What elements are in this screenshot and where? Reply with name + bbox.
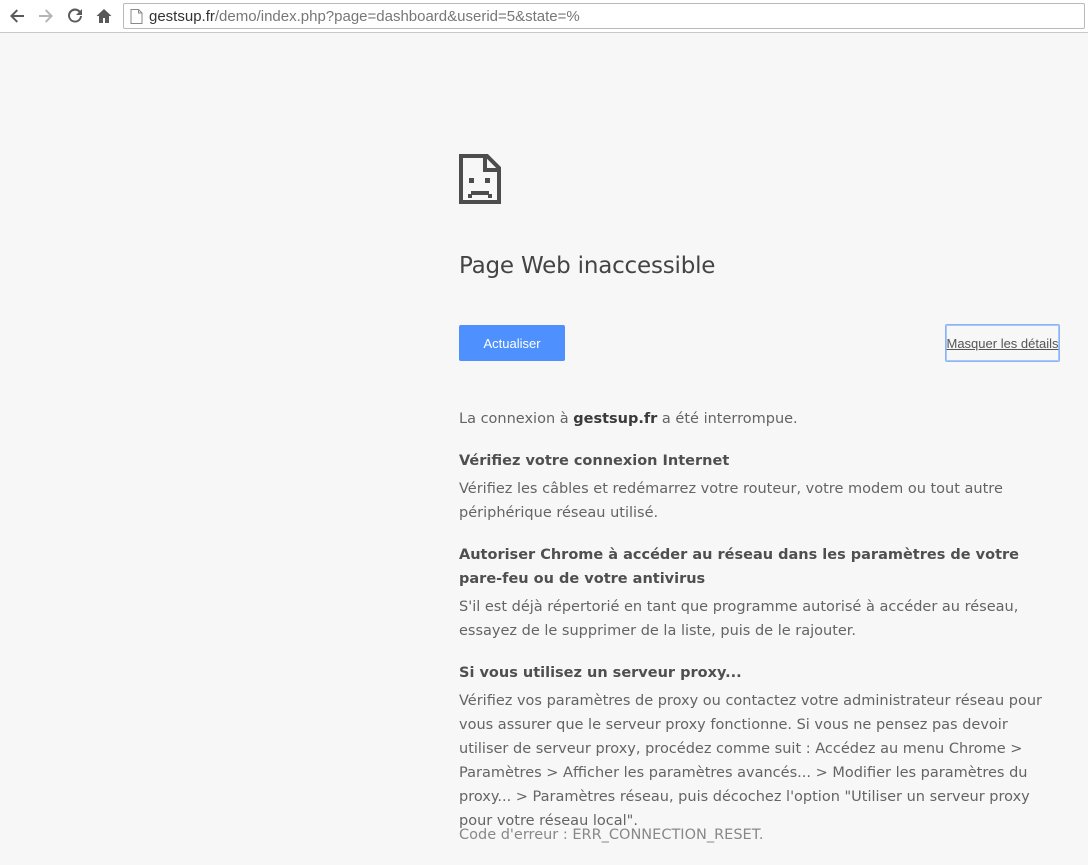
error-code: Code d'erreur : ERR_CONNECTION_RESET. bbox=[459, 827, 764, 843]
reload-button[interactable] bbox=[63, 4, 87, 28]
sad-document-icon bbox=[459, 154, 501, 204]
reload-icon bbox=[68, 8, 82, 23]
url-text: gestsup.fr/demo/index.php?page=dashboard… bbox=[149, 8, 580, 25]
url-host: gestsup.fr bbox=[149, 8, 215, 25]
hide-details-button[interactable]: Masquer les détails bbox=[945, 324, 1060, 362]
home-icon bbox=[96, 9, 112, 23]
suggestion-heading-firewall: Autoriser Chrome à accéder au réseau dan… bbox=[459, 547, 1019, 587]
forward-button[interactable] bbox=[34, 4, 58, 28]
reload-page-button[interactable]: Actualiser bbox=[459, 325, 565, 361]
forward-arrow-icon bbox=[39, 9, 53, 23]
back-button[interactable] bbox=[5, 4, 29, 28]
url-path: /demo/index.php?page=dashboard&userid=5&… bbox=[214, 8, 580, 25]
suggestion-body-connection: Vérifiez les câbles et redémarrez votre … bbox=[459, 481, 1003, 521]
page-icon bbox=[130, 9, 143, 24]
suggestion-body-firewall: S'il est déjà répertorié en tant que pro… bbox=[459, 599, 1019, 639]
summary-prefix: La connexion à bbox=[459, 411, 574, 427]
suggestion-heading-proxy: Si vous utilisez un serveur proxy... bbox=[459, 665, 742, 681]
suggestion-body-proxy: Vérifiez vos paramètres de proxy ou cont… bbox=[459, 693, 1043, 829]
address-bar[interactable]: gestsup.fr/demo/index.php?page=dashboard… bbox=[123, 3, 1085, 29]
home-button[interactable] bbox=[92, 4, 116, 28]
suggestion-heading-connection: Vérifiez votre connexion Internet bbox=[459, 453, 730, 469]
error-summary: La connexion à gestsup.fr a été interrom… bbox=[459, 407, 1061, 431]
back-arrow-icon bbox=[10, 9, 24, 23]
summary-host: gestsup.fr bbox=[573, 411, 658, 427]
page-title: Page Web inaccessible bbox=[459, 253, 716, 279]
summary-suffix: a été interrompue. bbox=[657, 411, 798, 427]
browser-toolbar: gestsup.fr/demo/index.php?page=dashboard… bbox=[0, 0, 1088, 33]
